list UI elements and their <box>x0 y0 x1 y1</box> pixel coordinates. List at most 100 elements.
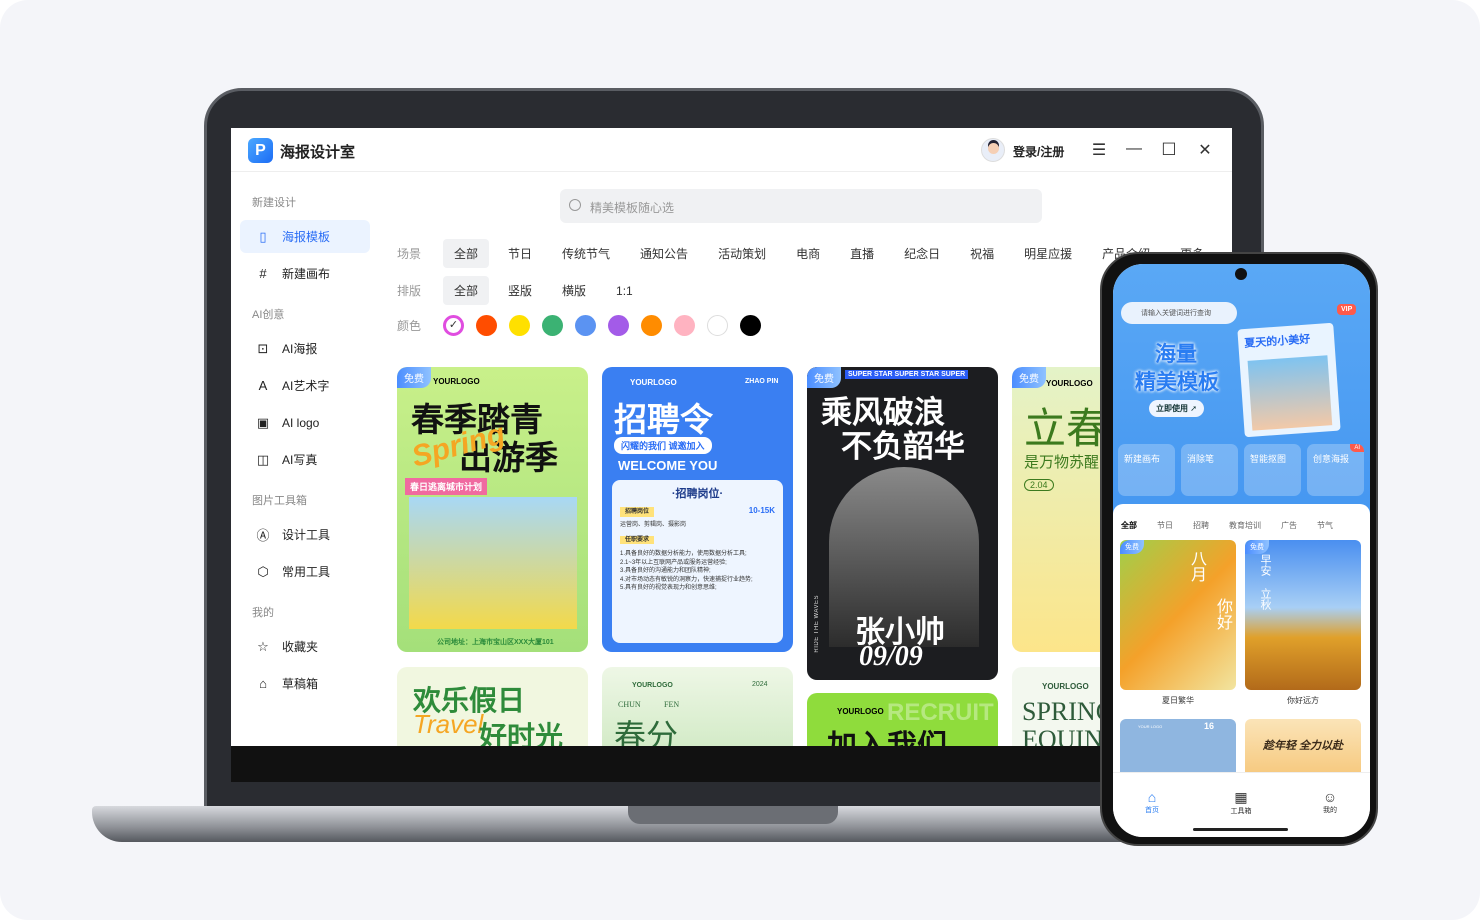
sidebar: 新建设计 ▯ 海报模板 # 新建画布 AI创意 ⊡ AI海报 A AI艺术字 ▣ AI l… <box>240 182 370 704</box>
sidebar-item-drafts[interactable]: ⌂ 草稿箱 <box>240 667 370 700</box>
card-subtitle: 闪耀的我们 诚邀加入 <box>614 437 712 454</box>
sidebar-item-poster-templates[interactable]: ▯ 海报模板 <box>240 220 370 253</box>
scene-option[interactable]: 传统节气 <box>551 239 621 268</box>
tool-new-canvas[interactable]: 新建画布 <box>1118 444 1175 496</box>
layout-option[interactable]: 竖版 <box>497 276 543 305</box>
scene-option[interactable]: 祝福 <box>959 239 1005 268</box>
design-tool-icon: Ⓐ <box>256 528 270 543</box>
color-swatch[interactable] <box>509 315 530 336</box>
nav-label: 首页 <box>1145 807 1159 814</box>
sidebar-item-favorites[interactable]: ☆ 收藏夹 <box>240 630 370 663</box>
phone-search-input[interactable]: 请输入关键词进行查询 <box>1121 302 1237 324</box>
phone-tab[interactable]: 招聘 <box>1193 520 1209 531</box>
card-pinyin: CHUN <box>618 700 641 709</box>
close-icon[interactable]: ✕ <box>1195 140 1215 160</box>
template-card[interactable]: 免费 SUPER STAR SUPER STAR SUPER 乘风破浪 不负韶华… <box>807 367 998 680</box>
sidebar-item-label: AI艺术字 <box>282 379 330 393</box>
scene-option[interactable]: 纪念日 <box>893 239 951 268</box>
sidebar-item-ai-photo[interactable]: ◫ AI写真 <box>240 443 370 476</box>
sidebar-item-ai-font[interactable]: A AI艺术字 <box>240 369 370 402</box>
sidebar-item-common-tools[interactable]: ⬡ 常用工具 <box>240 555 370 588</box>
card-salary: 10-15K <box>748 505 775 515</box>
requirement-line: 2.1~3年以上互联网产品或服务运营经验; <box>620 559 727 566</box>
ai-badge: AI <box>1350 444 1364 452</box>
use-now-button[interactable]: 立即使用 ➚ <box>1149 400 1204 417</box>
phone-tab[interactable]: 广告 <box>1281 520 1297 531</box>
sidebar-item-ai-logo[interactable]: ▣ AI logo <box>240 406 370 439</box>
template-card[interactable]: YOURLOGO ZHAO PIN 招聘令 闪耀的我们 诚邀加入 WELCOME… <box>602 367 793 652</box>
sidebar-item-label: AI写真 <box>282 453 318 467</box>
nav-home[interactable]: ⌂ 首页 <box>1127 789 1177 815</box>
sidebar-item-label: 新建画布 <box>282 267 331 281</box>
sidebar-item-label: 收藏夹 <box>282 640 319 654</box>
scene-option[interactable]: 活动策划 <box>707 239 777 268</box>
scene-option[interactable]: 全部 <box>443 239 490 268</box>
camera <box>1235 268 1247 280</box>
scene-filter: 场景全部节日传统节气通知公告活动策划电商直播纪念日祝福明星应援产品介绍更多 <box>397 239 1223 268</box>
tool-creative-poster[interactable]: 创意海报 AI <box>1307 444 1364 496</box>
grid-icon: ▦ <box>1234 789 1248 805</box>
color-swatch[interactable] <box>674 315 695 336</box>
requirement-line: 4.对市场动态有敏锐的洞察力，快速捕捉行业趋势; <box>620 576 753 583</box>
banner-title: 精美模板 <box>1135 371 1219 394</box>
profile-icon: ☺ <box>1322 789 1338 805</box>
menu-icon[interactable]: ☰ <box>1089 140 1109 160</box>
sidebar-item-label: AI海报 <box>282 342 318 356</box>
phone-tab[interactable]: 节气 <box>1317 520 1333 531</box>
vip-badge[interactable]: VIP <box>1337 304 1357 315</box>
nav-profile[interactable]: ☺ 我的 <box>1305 789 1355 815</box>
template-card[interactable]: 免费 YOURLOGO 春季踏青 出游季 Spring 春日逃离城市计划 公司地… <box>397 367 588 652</box>
scene-option[interactable]: 通知公告 <box>629 239 699 268</box>
layout-filter: 排版 全部 竖版 横版 1:1 <box>397 276 652 305</box>
template-card[interactable]: YOURLOGO 2024 CHUN FEN 春分 <box>602 667 793 746</box>
color-swatch[interactable] <box>575 315 596 336</box>
card-text: 趁年轻 全力以赴 <box>1263 740 1344 752</box>
phone-tab[interactable]: 全部 <box>1121 520 1137 531</box>
card-footer: 公司地址：上海市宝山区XXX大厦101 <box>437 639 554 646</box>
layout-option[interactable]: 全部 <box>443 276 490 305</box>
sidebar-item-design-tools[interactable]: Ⓐ 设计工具 <box>240 518 370 551</box>
card-title: 招聘令 <box>614 401 713 438</box>
phone-template-card[interactable]: YOUR LOGO 16 <box>1120 719 1236 779</box>
color-swatch[interactable] <box>740 315 761 336</box>
card-title: 立春 <box>1024 407 1109 453</box>
phone-template-card[interactable]: 趁年轻 全力以赴 <box>1245 719 1361 779</box>
color-all-option[interactable]: ✓ <box>443 315 464 336</box>
sidebar-section-title: AI创意 <box>252 309 285 321</box>
card-text: 八月 <box>1188 550 1205 582</box>
color-swatch[interactable] <box>476 315 497 336</box>
layout-option[interactable]: 1:1 <box>605 278 644 304</box>
scene-option[interactable]: 节日 <box>497 239 543 268</box>
tool-label: 新建画布 <box>1124 454 1161 464</box>
color-swatch[interactable] <box>641 315 662 336</box>
color-swatch[interactable] <box>707 315 728 336</box>
nav-toolbox[interactable]: ▦ 工具箱 <box>1216 789 1266 816</box>
phone-tab[interactable]: 教育培训 <box>1229 520 1261 531</box>
sidebar-item-ai-poster[interactable]: ⊡ AI海报 <box>240 332 370 365</box>
phone-tab[interactable]: 节日 <box>1157 520 1173 531</box>
requirement-line: 5.具有良好的视觉表现力和创意思维; <box>620 585 717 591</box>
minimize-icon[interactable]: — <box>1124 140 1144 158</box>
login-button[interactable]: 登录/注册 <box>1013 143 1064 160</box>
scene-option[interactable]: 直播 <box>839 239 885 268</box>
search-input[interactable]: 精美模板随心选 <box>560 189 1042 223</box>
logo-icon: ▣ <box>256 414 270 430</box>
card-caption: 你好远方 <box>1287 696 1319 705</box>
card-logo: YOURLOGO <box>837 707 884 716</box>
card-logo: YOURLOGO <box>1042 682 1089 691</box>
color-swatch[interactable] <box>608 315 629 336</box>
tool-cutout[interactable]: 智能抠图 <box>1244 444 1301 496</box>
phone-template-card[interactable]: 免费 八月 你好 <box>1120 540 1236 690</box>
card-date: 09/09 <box>859 641 923 672</box>
layout-option[interactable]: 横版 <box>551 276 597 305</box>
color-swatch[interactable] <box>542 315 563 336</box>
sidebar-item-new-canvas[interactable]: # 新建画布 <box>240 257 370 290</box>
scene-option[interactable]: 明星应援 <box>1013 239 1083 268</box>
template-card[interactable]: YOURLOGO RECRUIT 加入我们 <box>807 693 998 746</box>
maximize-icon[interactable]: ☐ <box>1159 140 1179 160</box>
avatar[interactable] <box>981 138 1005 162</box>
phone-template-card[interactable]: 免费 早安 立秋 <box>1245 540 1361 690</box>
template-card[interactable]: 欢乐假日 Travel 好时光 <box>397 667 588 746</box>
tool-eraser[interactable]: 消除笔 <box>1181 444 1238 496</box>
scene-option[interactable]: 电商 <box>785 239 831 268</box>
